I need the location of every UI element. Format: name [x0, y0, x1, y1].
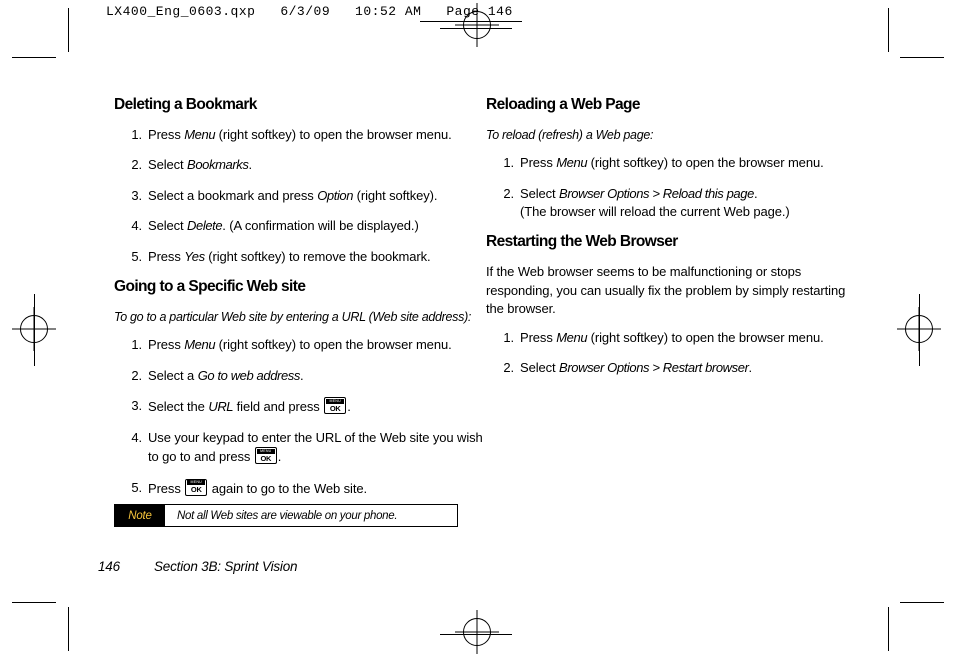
list-item: Press Menu (right softkey) to open the b… — [114, 336, 486, 355]
steps-going-to-a-specific-web-site: Press Menu (right softkey) to open the b… — [114, 336, 486, 498]
list-item: Select a Go to web address. — [114, 367, 486, 386]
ok-key-menu-label: MENU — [256, 448, 275, 454]
step-text-pre: Press — [148, 127, 185, 142]
ok-key-icon: MENU OK — [185, 478, 208, 496]
step-emphasis: Option — [317, 187, 354, 203]
steps-reloading-a-web-page: Press Menu (right softkey) to open the b… — [486, 154, 858, 221]
crop-mark-left-vertical — [68, 8, 69, 52]
list-item: Press MENU OK again to go to the Web site… — [114, 478, 486, 498]
step-emphasis: Go to web address — [197, 367, 301, 383]
crop-mark-right-vertical — [888, 8, 889, 52]
step-emphasis: Menu — [556, 155, 588, 171]
step-emphasis: URL — [208, 399, 234, 415]
step-text-post: . (A confirmation will be displayed.) — [222, 218, 419, 234]
page-footer: 146 Section 3B: Sprint Vision — [98, 559, 298, 574]
footer-section-label: Section 3B: Sprint Vision — [154, 559, 298, 574]
list-item: Select the URL field and press MENU OK. — [114, 397, 486, 416]
step-text-tail: again to go to the Web site. — [208, 480, 367, 496]
step-emphasis: Browser Options > Reload this page — [559, 185, 754, 201]
step-text-pre: Select the — [148, 399, 209, 415]
registration-mark-bottom — [463, 618, 491, 646]
step-text-post: (right softkey). — [353, 187, 438, 203]
body-restarting-the-web-browser: If the Web browser seems to be malfuncti… — [486, 264, 846, 317]
step-text-pre: Use your keypad to enter the URL of the … — [148, 429, 483, 465]
list-item: Select Delete. (A confirmation will be d… — [114, 217, 486, 236]
right-column: Reloading a Web Page To reload (refresh)… — [486, 96, 858, 390]
step-text-post: . — [748, 360, 753, 376]
heading-reloading-a-web-page: Reloading a Web Page — [486, 96, 641, 113]
header-slug: LX400_Eng_0603.qxp 6/3/09 10:52 AM Page … — [106, 4, 513, 19]
step-text-post: (right softkey) to remove the bookmark. — [204, 248, 431, 264]
list-item: Press Yes (right softkey) to remove the … — [114, 248, 486, 267]
step-text-post: . — [248, 157, 252, 173]
header-slug-underline — [420, 21, 522, 22]
registration-mark-left — [20, 315, 48, 343]
list-item: Select Bookmarks. — [114, 156, 486, 175]
ok-key-icon: MENU OK — [324, 397, 347, 415]
note-body-text: Not all Web sites are viewable on your p… — [177, 509, 398, 522]
crop-mark-bottomright-horizontal — [900, 602, 944, 603]
step-text-pre: Select a — [148, 367, 198, 383]
step-text-post: (right softkey) to open the browser menu… — [215, 127, 452, 142]
heading-going-to-a-specific-web-site: Going to a Specific Web site — [114, 278, 306, 296]
step-emphasis: Delete — [187, 218, 223, 234]
crop-mark-topright-horizontal — [900, 57, 944, 58]
step-text-tail: . — [277, 449, 282, 465]
crop-mark-right-vertical-bottom — [888, 607, 889, 651]
list-item: Select a bookmark and press Option (righ… — [114, 187, 486, 206]
ok-key-ok-label: OK — [329, 403, 341, 413]
list-item: Press Menu (right softkey) to open the b… — [114, 126, 486, 145]
ok-key-ok-label: OK — [260, 453, 272, 463]
steps-restarting-the-web-browser: Press Menu (right softkey) to open the b… — [486, 329, 858, 378]
crop-mark-topleft-horizontal — [12, 57, 56, 58]
list-item: Select Browser Options > Restart browser… — [486, 359, 858, 378]
left-column: Deleting a Bookmark Press Menu (right so… — [114, 96, 486, 510]
document-page: LX400_Eng_0603.qxp 6/3/09 10:52 AM Page … — [0, 0, 954, 659]
ok-key-ok-label: OK — [190, 485, 202, 495]
list-item: Press Menu (right softkey) to open the b… — [486, 154, 858, 173]
heading-deleting-a-bookmark: Deleting a Bookmark — [114, 96, 257, 113]
list-item: Select Browser Options > Reload this pag… — [486, 185, 858, 222]
step-emphasis: Bookmarks — [187, 157, 249, 173]
note-callout: Note Not all Web sites are viewable on y… — [114, 504, 458, 527]
list-item: Press Menu (right softkey) to open the b… — [486, 329, 858, 348]
step-text-post: (right softkey) to open the browser menu… — [587, 155, 824, 171]
registration-mark-right — [905, 315, 933, 343]
step-text-pre: Press — [148, 480, 185, 496]
step-text-pre: Press — [520, 329, 557, 345]
ok-key-icon: MENU OK — [254, 447, 277, 465]
step-emphasis: Browser Options > Restart browser — [559, 360, 749, 376]
step-text-pre: Select — [148, 157, 188, 173]
step-text-extra: (The browser will reload the current Web… — [520, 204, 790, 220]
lead-reloading-a-web-page: To reload (refresh) a Web page: — [486, 128, 654, 142]
step-emphasis: Menu — [556, 329, 588, 345]
lead-going-to-a-specific-web-site: To go to a particular Web site by enteri… — [114, 310, 472, 325]
heading-restarting-the-web-browser: Restarting the Web Browser — [486, 233, 678, 251]
step-text-tail: . — [347, 399, 351, 415]
step-text-post: . — [753, 185, 758, 201]
step-text-pre: Select — [520, 360, 560, 376]
crop-mark-bottomleft-horizontal — [12, 602, 56, 603]
steps-deleting-a-bookmark: Press Menu (right softkey) to open the b… — [114, 126, 486, 267]
step-text-pre: Press — [148, 248, 185, 264]
step-text-pre: Press — [520, 155, 557, 171]
step-text-post: field and press — [233, 399, 324, 415]
footer-page-number: 146 — [98, 559, 120, 574]
step-text-post: (right softkey) to open the browser menu… — [587, 329, 824, 345]
step-emphasis: Yes — [184, 248, 205, 264]
note-tag-label: Note — [115, 505, 165, 526]
step-text-pre: Select a bookmark and press — [148, 187, 318, 203]
crop-mark-left-vertical-bottom — [68, 607, 69, 651]
step-text-pre: Press — [148, 337, 185, 353]
step-text-post: . — [300, 367, 304, 383]
step-text-pre: Select — [520, 185, 560, 201]
step-text-pre: Select — [148, 218, 188, 234]
step-emphasis: Menu — [184, 337, 216, 353]
step-text-post: (right softkey) to open the browser menu… — [215, 337, 452, 353]
list-item: Use your keypad to enter the URL of the … — [114, 429, 486, 467]
step-emphasis: Menu — [184, 127, 216, 142]
